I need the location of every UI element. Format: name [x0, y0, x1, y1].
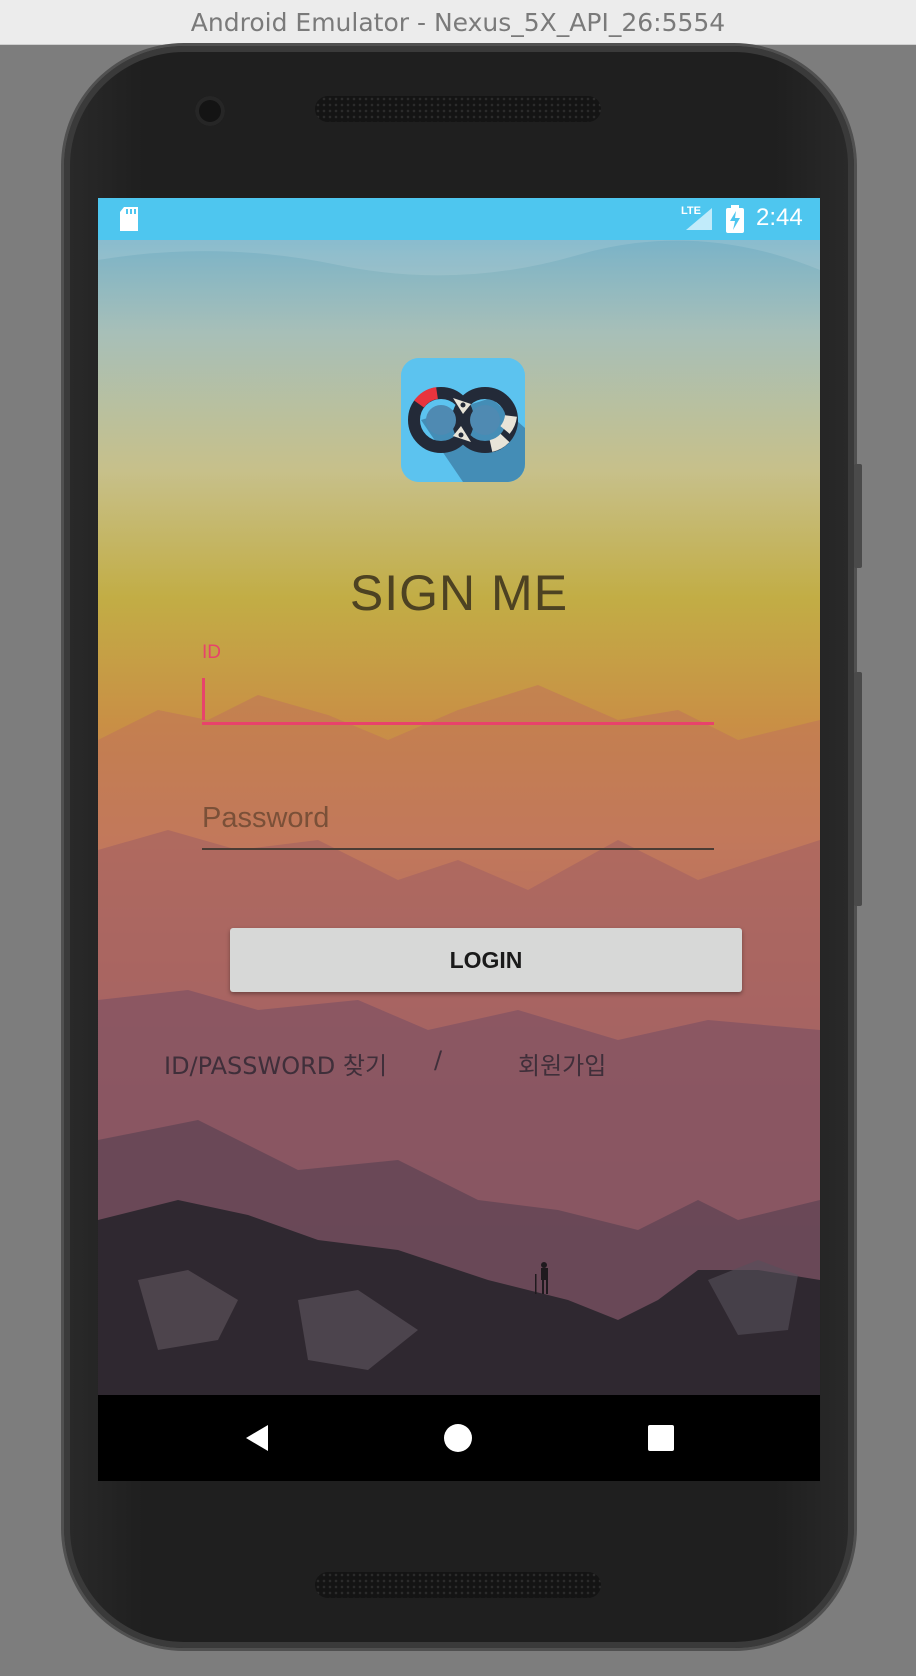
- password-input[interactable]: Password: [202, 798, 714, 850]
- password-placeholder: Password: [202, 802, 330, 834]
- device-screen: LTE 2:44 SIGN ME ID Password LOGIN ID/PA…: [98, 198, 820, 1481]
- status-bar: LTE 2:44: [98, 198, 820, 240]
- id-field-label: ID: [202, 642, 221, 663]
- power-button[interactable]: [854, 464, 862, 568]
- window-title: Android Emulator - Nexus_5X_API_26:5554: [0, 0, 916, 45]
- app-logo-icon: [401, 358, 525, 482]
- find-id-password-link[interactable]: ID/PASSWORD 찾기: [164, 1046, 387, 1081]
- network-type: LTE: [681, 205, 701, 217]
- status-clock: 2:44: [756, 204, 803, 231]
- link-separator: /: [434, 1046, 443, 1074]
- navigation-bar: [98, 1395, 820, 1481]
- login-button[interactable]: LOGIN: [230, 928, 742, 992]
- volume-button[interactable]: [854, 672, 862, 906]
- battery-charging-icon: [726, 205, 744, 233]
- app-logo: [401, 358, 525, 482]
- recents-icon[interactable]: [648, 1425, 674, 1451]
- sd-card-icon: [120, 207, 138, 231]
- signup-link[interactable]: 회원가입: [518, 1046, 606, 1081]
- bottom-speaker: [315, 1572, 601, 1598]
- top-speaker: [315, 96, 601, 122]
- text-cursor: [202, 678, 205, 720]
- back-icon[interactable]: [242, 1423, 272, 1453]
- app-title: SIGN ME: [349, 565, 569, 621]
- id-input[interactable]: [202, 674, 714, 725]
- front-camera: [195, 96, 225, 126]
- login-screen: SIGN ME ID Password LOGIN ID/PASSWORD 찾기…: [98, 240, 820, 1395]
- home-icon[interactable]: [443, 1423, 473, 1453]
